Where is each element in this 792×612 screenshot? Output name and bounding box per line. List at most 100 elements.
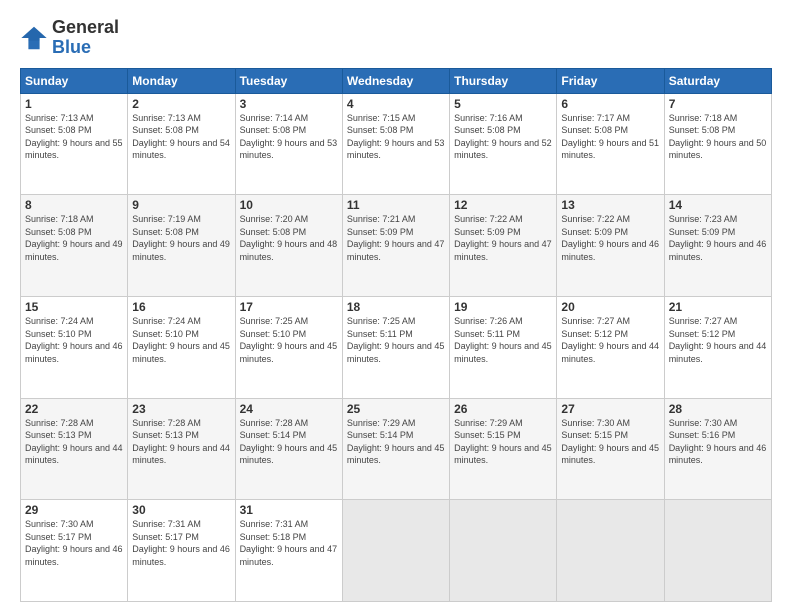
day-detail: Sunrise: 7:22 AMSunset: 5:09 PMDaylight:… [561, 213, 659, 263]
calendar-cell: 19Sunrise: 7:26 AMSunset: 5:11 PMDayligh… [450, 296, 557, 398]
calendar-cell: 14Sunrise: 7:23 AMSunset: 5:09 PMDayligh… [664, 195, 771, 297]
day-detail: Sunrise: 7:19 AMSunset: 5:08 PMDaylight:… [132, 213, 230, 263]
calendar-cell: 11Sunrise: 7:21 AMSunset: 5:09 PMDayligh… [342, 195, 449, 297]
calendar-week-row: 22 Sunrise: 7:28 AMSunset: 5:13 PMDayligh… [21, 398, 772, 500]
day-detail: Sunrise: 7:16 AMSunset: 5:08 PMDaylight:… [454, 112, 552, 162]
calendar-cell: 20Sunrise: 7:27 AMSunset: 5:12 PMDayligh… [557, 296, 664, 398]
day-number: 28 [669, 402, 767, 416]
day-number: 15 [25, 300, 123, 314]
day-number: 6 [561, 97, 659, 111]
calendar-cell: 25Sunrise: 7:29 AMSunset: 5:14 PMDayligh… [342, 398, 449, 500]
weekday-header: Friday [557, 68, 664, 93]
logo-icon [20, 24, 48, 52]
calendar-cell: 3Sunrise: 7:14 AMSunset: 5:08 PMDaylight… [235, 93, 342, 195]
calendar-cell: 27Sunrise: 7:30 AMSunset: 5:15 PMDayligh… [557, 398, 664, 500]
day-number: 13 [561, 198, 659, 212]
day-number: 25 [347, 402, 445, 416]
calendar-table: SundayMondayTuesdayWednesdayThursdayFrid… [20, 68, 772, 602]
day-number: 11 [347, 198, 445, 212]
day-detail: Sunrise: 7:25 AMSunset: 5:11 PMDaylight:… [347, 315, 445, 365]
calendar-cell: 30Sunrise: 7:31 AMSunset: 5:17 PMDayligh… [128, 500, 235, 602]
calendar-cell: 22Sunrise: 7:28 AMSunset: 5:13 PMDayligh… [21, 398, 128, 500]
calendar-week-row: 15Sunrise: 7:24 AMSunset: 5:10 PMDayligh… [21, 296, 772, 398]
day-detail: Sunrise: 7:27 AMSunset: 5:12 PMDaylight:… [669, 315, 767, 365]
calendar-cell: 28Sunrise: 7:30 AMSunset: 5:16 PMDayligh… [664, 398, 771, 500]
day-number: 1 [25, 97, 123, 111]
calendar-cell [664, 500, 771, 602]
logo-text-blue: Blue [52, 38, 119, 58]
day-detail: Sunrise: 7:18 AMSunset: 5:08 PMDaylight:… [25, 213, 123, 263]
day-detail: Sunrise: 7:28 AMSunset: 5:14 PMDaylight:… [240, 417, 338, 467]
calendar-cell: 2Sunrise: 7:13 AMSunset: 5:08 PMDaylight… [128, 93, 235, 195]
calendar-cell: 8Sunrise: 7:18 AMSunset: 5:08 PMDaylight… [21, 195, 128, 297]
day-number: 26 [454, 402, 552, 416]
day-detail: Sunrise: 7:31 AMSunset: 5:17 PMDaylight:… [132, 518, 230, 568]
day-detail: Sunrise: 7:29 AMSunset: 5:14 PMDaylight:… [347, 417, 445, 467]
calendar-cell: 6Sunrise: 7:17 AMSunset: 5:08 PMDaylight… [557, 93, 664, 195]
calendar-cell: 26Sunrise: 7:29 AMSunset: 5:15 PMDayligh… [450, 398, 557, 500]
day-number: 4 [347, 97, 445, 111]
day-detail: Sunrise: 7:30 AMSunset: 5:15 PMDaylight:… [561, 417, 659, 467]
day-detail: Sunrise: 7:13 AMSunset: 5:08 PMDaylight:… [132, 112, 230, 162]
weekday-header: Wednesday [342, 68, 449, 93]
day-detail: Sunrise: 7:28 AMSunset: 5:13 PMDaylight:… [132, 417, 230, 467]
day-number: 10 [240, 198, 338, 212]
calendar-cell: 9Sunrise: 7:19 AMSunset: 5:08 PMDaylight… [128, 195, 235, 297]
day-number: 17 [240, 300, 338, 314]
day-number: 5 [454, 97, 552, 111]
day-detail: Sunrise: 7:30 AMSunset: 5:17 PMDaylight:… [25, 518, 123, 568]
day-number: 18 [347, 300, 445, 314]
day-number: 19 [454, 300, 552, 314]
logo-text-general: General [52, 18, 119, 38]
weekday-header: Monday [128, 68, 235, 93]
day-number: 30 [132, 503, 230, 517]
day-number: 21 [669, 300, 767, 314]
calendar-cell: 31Sunrise: 7:31 AMSunset: 5:18 PMDayligh… [235, 500, 342, 602]
day-detail: Sunrise: 7:17 AMSunset: 5:08 PMDaylight:… [561, 112, 659, 162]
day-number: 3 [240, 97, 338, 111]
day-number: 31 [240, 503, 338, 517]
day-detail: Sunrise: 7:29 AMSunset: 5:15 PMDaylight:… [454, 417, 552, 467]
calendar-week-row: 8Sunrise: 7:18 AMSunset: 5:08 PMDaylight… [21, 195, 772, 297]
weekday-header: Sunday [21, 68, 128, 93]
calendar-cell: 18Sunrise: 7:25 AMSunset: 5:11 PMDayligh… [342, 296, 449, 398]
calendar-cell: 17Sunrise: 7:25 AMSunset: 5:10 PMDayligh… [235, 296, 342, 398]
calendar-cell: 7Sunrise: 7:18 AMSunset: 5:08 PMDaylight… [664, 93, 771, 195]
day-detail: Sunrise: 7:14 AMSunset: 5:08 PMDaylight:… [240, 112, 338, 162]
day-number: 27 [561, 402, 659, 416]
weekday-header: Saturday [664, 68, 771, 93]
calendar-week-row: 1Sunrise: 7:13 AMSunset: 5:08 PMDaylight… [21, 93, 772, 195]
calendar-cell: 23Sunrise: 7:28 AMSunset: 5:13 PMDayligh… [128, 398, 235, 500]
day-number: 24 [240, 402, 338, 416]
day-detail: Sunrise: 7:26 AMSunset: 5:11 PMDaylight:… [454, 315, 552, 365]
day-detail: Sunrise: 7:25 AMSunset: 5:10 PMDaylight:… [240, 315, 338, 365]
weekday-header: Thursday [450, 68, 557, 93]
day-detail: Sunrise: 7:27 AMSunset: 5:12 PMDaylight:… [561, 315, 659, 365]
day-detail: Sunrise: 7:18 AMSunset: 5:08 PMDaylight:… [669, 112, 767, 162]
logo: General Blue [20, 18, 119, 58]
day-number: 9 [132, 198, 230, 212]
day-number: 8 [25, 198, 123, 212]
calendar-header-row: SundayMondayTuesdayWednesdayThursdayFrid… [21, 68, 772, 93]
day-detail: Sunrise: 7:13 AMSunset: 5:08 PMDaylight:… [25, 112, 123, 162]
day-detail: Sunrise: 7:31 AMSunset: 5:18 PMDaylight:… [240, 518, 338, 568]
calendar-page: General Blue SundayMondayTuesdayWednesda… [0, 0, 792, 612]
weekday-header: Tuesday [235, 68, 342, 93]
day-number: 23 [132, 402, 230, 416]
calendar-cell [450, 500, 557, 602]
day-detail: Sunrise: 7:15 AMSunset: 5:08 PMDaylight:… [347, 112, 445, 162]
calendar-cell: 12Sunrise: 7:22 AMSunset: 5:09 PMDayligh… [450, 195, 557, 297]
calendar-cell: 29Sunrise: 7:30 AMSunset: 5:17 PMDayligh… [21, 500, 128, 602]
calendar-cell [342, 500, 449, 602]
day-detail: Sunrise: 7:24 AMSunset: 5:10 PMDaylight:… [25, 315, 123, 365]
calendar-week-row: 29Sunrise: 7:30 AMSunset: 5:17 PMDayligh… [21, 500, 772, 602]
day-detail: Sunrise: 7:22 AMSunset: 5:09 PMDaylight:… [454, 213, 552, 263]
calendar-cell [557, 500, 664, 602]
day-number: 16 [132, 300, 230, 314]
calendar-cell: 21Sunrise: 7:27 AMSunset: 5:12 PMDayligh… [664, 296, 771, 398]
calendar-cell: 24Sunrise: 7:28 AMSunset: 5:14 PMDayligh… [235, 398, 342, 500]
day-number: 22 [25, 402, 123, 416]
day-detail: Sunrise: 7:23 AMSunset: 5:09 PMDaylight:… [669, 213, 767, 263]
calendar-cell: 4Sunrise: 7:15 AMSunset: 5:08 PMDaylight… [342, 93, 449, 195]
day-number: 7 [669, 97, 767, 111]
